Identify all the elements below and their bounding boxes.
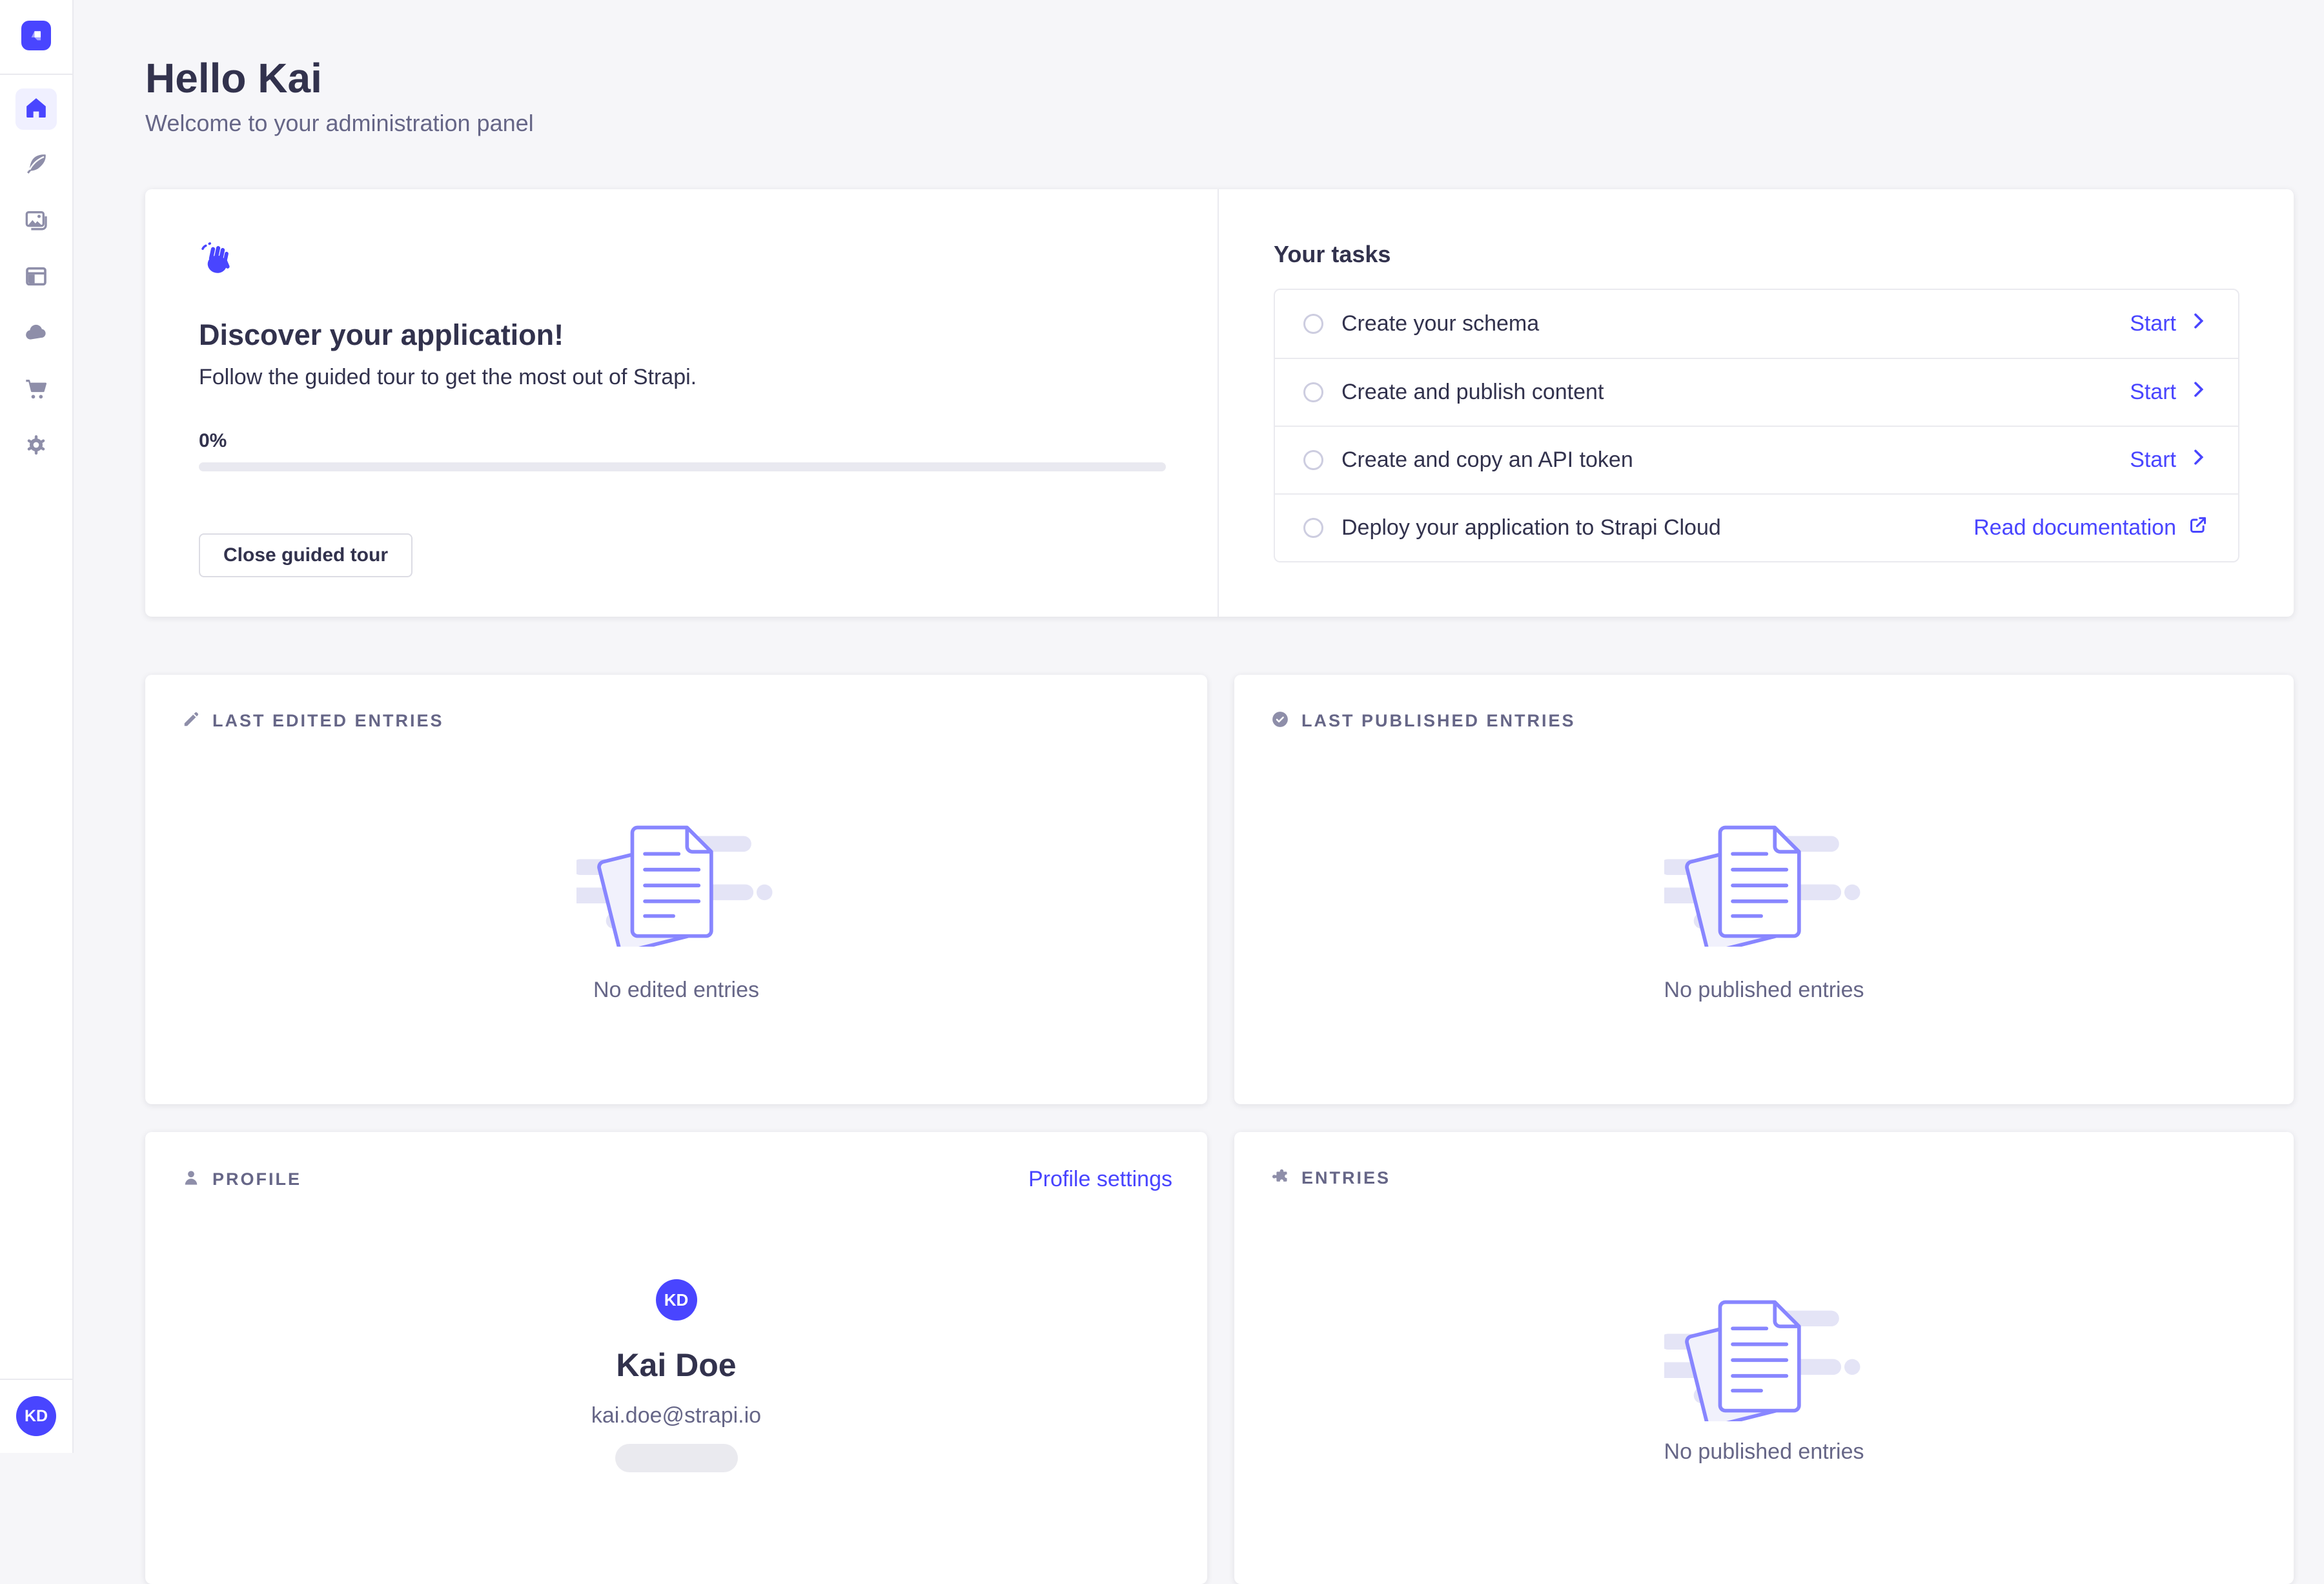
progress-percent-label: 0%: [199, 430, 1166, 452]
empty-state-caption: No published entries: [1664, 978, 1864, 1003]
task-action-label: Read documentation: [1973, 515, 2176, 540]
media-library-icon: [23, 207, 49, 236]
close-guided-tour-button[interactable]: Close guided tour: [199, 533, 413, 577]
puzzle-icon: [1270, 1167, 1290, 1189]
task-radio[interactable]: [1303, 314, 1323, 334]
task-radio[interactable]: [1303, 450, 1323, 470]
task-action-label: Start: [2130, 380, 2176, 405]
chevron-right-icon: [2186, 378, 2210, 407]
task-label: Deploy your application to Strapi Cloud: [1341, 515, 1721, 540]
widget-title: ENTRIES: [1301, 1168, 1391, 1188]
last-edited-entries-card: LAST EDITED ENTRIES No edited entries: [145, 675, 1207, 1104]
sidebar-item-home[interactable]: [15, 88, 57, 130]
widget-title: LAST EDITED ENTRIES: [212, 711, 444, 731]
content-type-builder-icon: [23, 263, 49, 293]
task-label: Create your schema: [1341, 311, 1539, 336]
marketplace-cart-icon: [23, 376, 49, 405]
documents-illustration: [576, 820, 777, 947]
pencil-icon: [181, 710, 201, 732]
profile-role-badge: [615, 1444, 738, 1472]
empty-state-caption: No edited entries: [593, 978, 759, 1003]
user-icon: [181, 1168, 201, 1191]
chevron-right-icon: [2186, 309, 2210, 338]
sidebar-divider-bottom: [0, 1379, 72, 1380]
empty-state-caption: No published entries: [1664, 1439, 1864, 1465]
task-row-api-token[interactable]: Create and copy an API token Start: [1275, 426, 2238, 493]
task-label: Create and copy an API token: [1341, 447, 1633, 473]
waving-hand-icon: [199, 242, 1166, 283]
cloud-icon: [23, 320, 49, 349]
guided-tour-title: Discover your application!: [199, 318, 1166, 352]
progress-bar: [199, 462, 1166, 471]
widget-header: ENTRIES: [1270, 1167, 2259, 1189]
chevron-right-icon: [2186, 446, 2210, 475]
widget-header: PROFILE Profile settings: [181, 1167, 1172, 1192]
task-label: Create and publish content: [1341, 380, 1604, 405]
documents-illustration: [1664, 820, 1864, 947]
sidebar-user-avatar[interactable]: KD: [16, 1396, 56, 1436]
page-subtitle: Welcome to your administration panel: [145, 110, 534, 137]
settings-gear-icon: [23, 432, 49, 461]
tasks-section: Your tasks Create your schema Start Crea…: [1219, 189, 2294, 617]
feather-icon: [23, 151, 49, 180]
sidebar-item-content-manager[interactable]: [15, 145, 57, 186]
task-row-deploy-cloud[interactable]: Deploy your application to Strapi Cloud …: [1275, 493, 2238, 561]
task-radio[interactable]: [1303, 518, 1323, 538]
widget-title: LAST PUBLISHED ENTRIES: [1301, 711, 1576, 731]
profile-card: PROFILE Profile settings KD Kai Doe kai.…: [145, 1132, 1207, 1584]
task-radio[interactable]: [1303, 382, 1323, 402]
external-link-icon: [2186, 513, 2210, 542]
sidebar-nav: [15, 88, 57, 467]
sidebar-item-media-library[interactable]: [15, 201, 57, 242]
check-circle-icon: [1270, 710, 1290, 732]
guided-tour-description: Follow the guided tour to get the most o…: [199, 365, 1166, 390]
task-row-publish-content[interactable]: Create and publish content Start: [1275, 358, 2238, 426]
last-published-entries-card: LAST PUBLISHED ENTRIES No published entr…: [1234, 675, 2294, 1104]
tasks-heading: Your tasks: [1274, 241, 2239, 268]
widget-header: LAST EDITED ENTRIES: [181, 710, 1172, 732]
sidebar-item-marketplace[interactable]: [15, 369, 57, 411]
profile-avatar: KD: [656, 1279, 697, 1321]
task-read-documentation-link[interactable]: Read documentation: [1973, 513, 2210, 542]
task-start-link[interactable]: Start: [2130, 378, 2210, 407]
task-action-label: Start: [2130, 311, 2176, 336]
sidebar-item-settings[interactable]: [15, 426, 57, 467]
profile-body: KD Kai Doe kai.doe@strapi.io: [145, 1279, 1207, 1472]
sidebar-item-cloud[interactable]: [15, 313, 57, 355]
sidebar-divider-top: [0, 74, 72, 75]
task-start-link[interactable]: Start: [2130, 309, 2210, 338]
strapi-logo[interactable]: [21, 21, 51, 50]
page-title: Hello Kai: [145, 54, 322, 102]
task-start-link[interactable]: Start: [2130, 446, 2210, 475]
documents-illustration: [1664, 1295, 1864, 1421]
profile-email: kai.doe@strapi.io: [591, 1403, 761, 1428]
sidebar: KD: [0, 0, 74, 1453]
empty-state: No published entries: [1234, 1295, 2294, 1465]
empty-state: No published entries: [1234, 820, 2294, 1003]
widget-title: PROFILE: [212, 1169, 301, 1189]
widget-header: LAST PUBLISHED ENTRIES: [1270, 710, 2259, 732]
entries-card: ENTRIES No published entries: [1234, 1132, 2294, 1584]
guided-tour-section: Discover your application! Follow the gu…: [145, 189, 1219, 617]
task-row-create-schema[interactable]: Create your schema Start: [1275, 290, 2238, 358]
guided-tour-card: Discover your application! Follow the gu…: [145, 189, 2294, 617]
profile-name: Kai Doe: [616, 1346, 736, 1384]
home-icon: [23, 95, 49, 124]
profile-settings-link[interactable]: Profile settings: [1028, 1167, 1172, 1192]
empty-state: No edited entries: [145, 820, 1207, 1003]
sidebar-item-content-type-builder[interactable]: [15, 257, 57, 298]
task-action-label: Start: [2130, 447, 2176, 473]
tasks-list: Create your schema Start Create and publ…: [1274, 289, 2239, 562]
